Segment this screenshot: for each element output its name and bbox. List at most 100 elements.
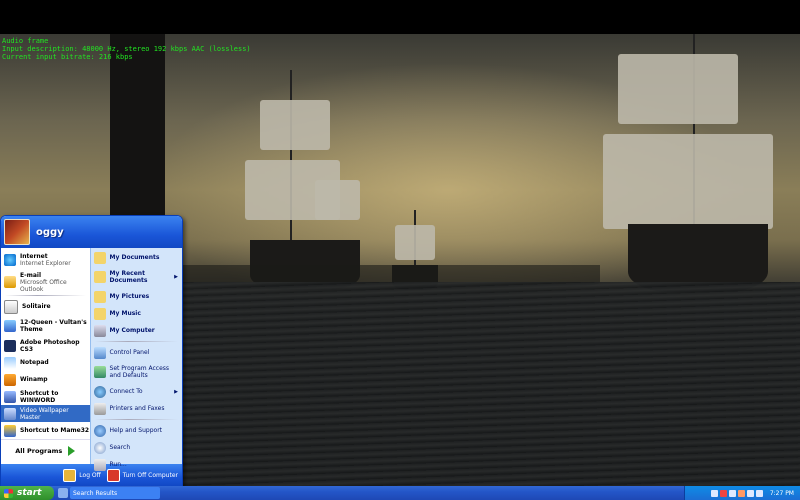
quick-launch-icon[interactable] [58, 488, 68, 498]
computer-icon [93, 324, 106, 337]
photoshop-icon [4, 339, 16, 352]
recent-title: Shortcut to Mame32 [20, 427, 90, 434]
recent-title: Shortcut to WINWORD [20, 389, 59, 404]
wallpaper-ship-right [598, 34, 788, 292]
pinned-title: Internet [20, 253, 48, 260]
green-arrow-icon [68, 446, 76, 456]
pinned-subtitle: Microsoft Office Outlook [20, 278, 67, 293]
places-printers-faxes[interactable]: Printers and Faxes [91, 400, 182, 417]
recent-title: Adobe Photoshop CS3 [20, 338, 80, 353]
places-my-computer[interactable]: My Computer [91, 322, 182, 339]
recent-queen-theme[interactable]: 12-Queen - Vultan's Theme [1, 315, 90, 337]
program-defaults-icon [93, 366, 106, 378]
places-label: My Recent Documents [109, 270, 148, 284]
places-my-documents[interactable]: My Documents [91, 249, 182, 266]
media-file-icon [4, 320, 16, 332]
places-my-music[interactable]: My Music [91, 305, 182, 322]
places-label: Run... [109, 461, 127, 468]
network-icon [93, 385, 106, 398]
user-avatar[interactable] [4, 219, 30, 245]
places-label: Set Program Access and Defaults [109, 365, 170, 379]
recent-title: Video Wallpaper Master [20, 406, 69, 421]
key-icon [63, 468, 77, 482]
start-button[interactable]: start [0, 486, 54, 500]
recent-documents-icon [93, 271, 106, 283]
start-menu-body: Internet Internet Explorer E-mail Microsof… [1, 248, 182, 471]
mame-icon [4, 424, 16, 437]
tray-display-icon[interactable] [746, 489, 754, 497]
recent-title: Solitaire [22, 303, 51, 310]
windows-logo-icon [4, 488, 13, 498]
tray-volume-icon[interactable] [728, 489, 736, 497]
places-label: My Pictures [109, 293, 150, 300]
places-label: Search [109, 444, 131, 451]
control-panel-icon [93, 346, 106, 359]
user-name: oggy [36, 226, 64, 238]
start-label: start [17, 488, 42, 498]
recent-title: Winamp [20, 376, 48, 383]
places-label: Help and Support [109, 427, 163, 434]
submenu-arrow-icon: ▶ [174, 388, 178, 395]
start-menu-header: oggy [1, 216, 182, 248]
places-search[interactable]: Search [91, 439, 182, 456]
places-label: My Documents [109, 254, 160, 261]
clock[interactable]: 7:27 PM [770, 490, 794, 497]
folder-pictures-icon [93, 290, 106, 303]
recent-solitaire[interactable]: Solitaire [1, 298, 90, 315]
printer-icon [93, 402, 106, 415]
outlook-icon [4, 276, 16, 288]
all-programs-button[interactable]: All Programs [1, 439, 90, 462]
help-icon [93, 424, 106, 437]
submenu-arrow-icon: ▶ [174, 274, 178, 280]
folder-documents-icon [93, 251, 106, 264]
pinned-title: E-mail [20, 271, 42, 279]
menu-separator [94, 419, 178, 420]
solitaire-icon [4, 299, 18, 314]
places-label: My Computer [109, 327, 155, 334]
recent-mame32[interactable]: Shortcut to Mame32 [1, 422, 90, 439]
recent-video-wallpaper-master[interactable]: Video Wallpaper Master [1, 405, 90, 422]
recent-title: 12-Queen - Vultan's Theme [20, 319, 87, 333]
all-programs-label: All Programs [15, 447, 63, 455]
start-menu-programs: Internet Internet Explorer E-mail Microsof… [1, 248, 90, 464]
start-menu: oggy Internet Internet Explorer E-mail Mic… [0, 215, 183, 488]
places-run[interactable]: Run... [91, 456, 182, 473]
folder-music-icon [93, 307, 106, 320]
video-wallpaper-icon [4, 407, 16, 420]
menu-separator [94, 341, 178, 342]
tray-app-icon[interactable] [719, 489, 727, 497]
places-label: My Music [109, 310, 141, 317]
overlay-line: Input description: 48000 Hz, stereo 192 … [2, 45, 251, 53]
run-icon [93, 458, 106, 471]
recent-notepad[interactable]: Notepad [1, 354, 90, 371]
places-label: Control Panel [109, 349, 150, 356]
tray-network-icon[interactable] [710, 489, 718, 497]
places-label: Printers and Faxes [109, 405, 165, 412]
tray-security-icon[interactable] [737, 489, 745, 497]
recent-winamp[interactable]: Winamp [1, 371, 90, 388]
wallpaper-foreground-mast [110, 34, 165, 224]
places-my-recent-documents[interactable]: My Recent Documents ▶ [91, 266, 182, 288]
menu-separator [5, 295, 86, 296]
video-info-overlay: Audio frame Input description: 48000 Hz,… [2, 37, 251, 61]
places-label: Connect To [109, 388, 143, 395]
pinned-internet[interactable]: Internet Internet Explorer [1, 249, 90, 271]
overlay-line: Audio frame [2, 37, 49, 45]
winamp-icon [4, 373, 16, 386]
places-connect-to[interactable]: Connect To ▶ [91, 383, 182, 400]
recent-winword[interactable]: Shortcut to WINWORD [1, 388, 90, 405]
overlay-line: Current input bitrate: 216 kbps [2, 53, 133, 61]
places-help-support[interactable]: Help and Support [91, 422, 182, 439]
places-my-pictures[interactable]: My Pictures [91, 288, 182, 305]
internet-explorer-icon [4, 254, 16, 266]
taskbar-button-search-results[interactable]: Search Results [70, 487, 160, 499]
places-control-panel[interactable]: Control Panel [91, 344, 182, 361]
places-program-access[interactable]: Set Program Access and Defaults [91, 361, 182, 383]
task-label: Search Results [73, 489, 118, 497]
pinned-email[interactable]: E-mail Microsoft Office Outlook [1, 271, 90, 293]
recent-photoshop[interactable]: Adobe Photoshop CS3 [1, 337, 90, 354]
system-tray: 7:27 PM [684, 486, 800, 500]
tray-misc-icon[interactable] [755, 489, 763, 497]
recent-title: Notepad [20, 359, 49, 366]
search-icon [93, 441, 106, 454]
